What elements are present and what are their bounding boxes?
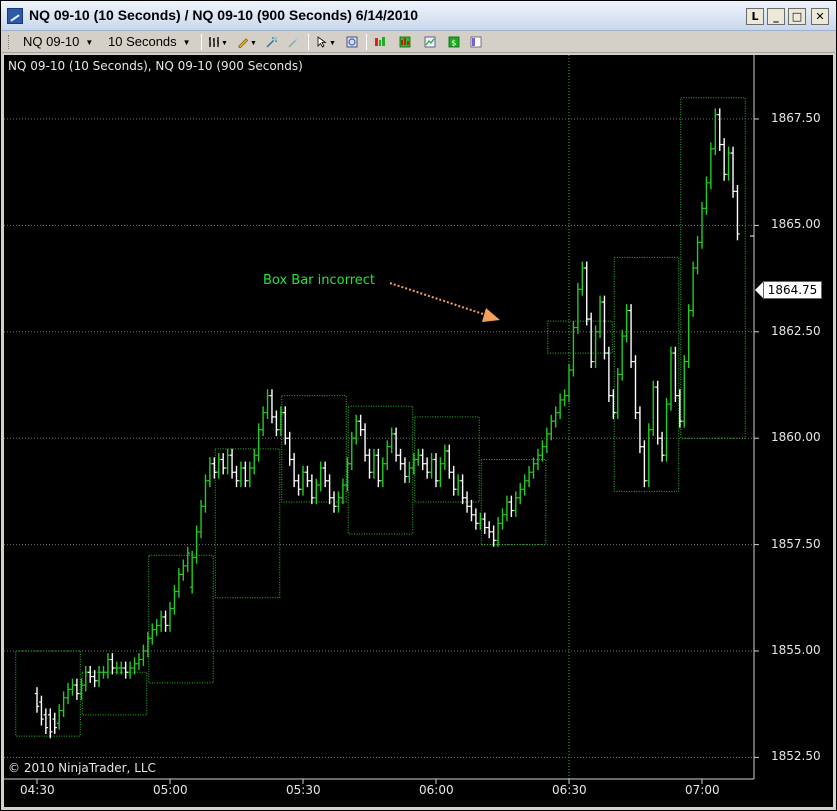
period-value: 10 Seconds (108, 34, 177, 49)
drawing-pencil-icon (238, 38, 249, 48)
pointer-button[interactable]: ▼ (314, 34, 336, 50)
properties-icon: $ (448, 36, 460, 48)
price-tick-label: 1865.00 (771, 217, 821, 232)
box-bar (414, 416, 480, 503)
box-bar (15, 650, 81, 737)
zoom-button[interactable] (468, 34, 485, 50)
bar-type-button[interactable]: ▼ (206, 34, 228, 50)
price-tick-label: 1862.50 (771, 323, 821, 338)
crosshair-icon (266, 37, 277, 48)
price-tick-label: 1852.50 (771, 749, 821, 764)
price-tick-label: 1855.00 (771, 643, 821, 657)
box-bar (81, 671, 148, 716)
zoom-tool-icon (288, 37, 299, 48)
chart-app-icon (7, 8, 23, 24)
chart-trader-button[interactable] (372, 34, 389, 50)
window-title: NQ 09-10 (10 Seconds) / NQ 09-10 (900 Se… (29, 7, 419, 23)
bar-type-icon (209, 37, 219, 47)
minimize-button[interactable]: _ (767, 8, 785, 25)
zoom-icon (470, 36, 482, 48)
indicators-button[interactable] (397, 34, 414, 50)
drawing-tool-button[interactable]: ▼ (235, 34, 257, 50)
box-bar (214, 448, 281, 599)
time-tick-label: 06:30 (552, 783, 587, 797)
time-tick-label: 07:00 (685, 783, 720, 797)
properties-button[interactable]: $ (446, 34, 463, 50)
chart-series-label: NQ 09-10 (10 Seconds), NQ 09-10 (900 Sec… (8, 59, 303, 73)
toolbar-separator (366, 34, 367, 50)
chevron-down-icon: ▼ (85, 37, 94, 47)
svg-text:$: $ (451, 39, 456, 48)
toolbar-separator (308, 34, 309, 50)
time-tick-label: 05:00 (153, 783, 188, 797)
price-chart[interactable] (4, 55, 833, 807)
chevron-down-icon: ▼ (329, 40, 336, 47)
box-bar (281, 395, 347, 503)
price-tick-label: 1857.50 (771, 536, 821, 551)
chart-trader-icon (375, 37, 385, 46)
link-button[interactable]: L (746, 8, 764, 25)
instrument-selector[interactable]: NQ 09-10 ▼ (23, 34, 93, 50)
price-tick-label: 1860.00 (771, 430, 821, 445)
copyright-text: © 2010 NinjaTrader, LLC (8, 761, 156, 775)
instrument-value: NQ 09-10 (23, 34, 80, 49)
close-button[interactable]: ✕ (811, 8, 829, 25)
box-bar (613, 256, 680, 492)
zoom-tool-button[interactable] (286, 34, 303, 50)
chart-panel[interactable]: NQ 09-10 (10 Seconds), NQ 09-10 (900 Sec… (4, 55, 833, 807)
chevron-down-icon: ▼ (182, 37, 191, 47)
indicators-icon (399, 36, 411, 48)
chart-toolbar: NQ 09-10 ▼ 10 Seconds ▼ ▼ ▼ ▼ $ (2, 31, 835, 53)
strategies-icon (424, 36, 436, 48)
data-box-icon (346, 36, 358, 48)
chevron-down-icon: ▼ (250, 40, 257, 47)
box-bar (547, 320, 613, 354)
period-selector[interactable]: 10 Seconds ▼ (108, 34, 191, 50)
data-box-button[interactable] (344, 34, 361, 50)
annotation-text[interactable]: Box Bar incorrect (263, 273, 375, 288)
time-tick-label: 04:30 (20, 783, 55, 797)
box-bar (347, 405, 414, 535)
annotation-arrow-line (389, 282, 493, 318)
maximize-button[interactable]: □ (788, 8, 806, 25)
pointer-icon (317, 36, 327, 48)
title-bar[interactable]: NQ 09-10 (10 Seconds) / NQ 09-10 (900 Se… (1, 1, 836, 31)
strategies-button[interactable] (422, 34, 439, 50)
last-price-marker: 1864.75 (755, 281, 822, 299)
chevron-down-icon: ▼ (221, 40, 228, 47)
chart-window: NQ 09-10 (10 Seconds) / NQ 09-10 (900 Se… (0, 0, 837, 811)
price-tick-label: 1867.50 (771, 111, 821, 125)
annotation-arrow-head (482, 308, 500, 322)
time-tick-label: 05:30 (286, 783, 321, 797)
time-tick-label: 06:00 (419, 783, 454, 797)
toolbar-separator (201, 34, 202, 50)
crosshair-button[interactable] (264, 34, 281, 50)
toolbar-grip[interactable] (8, 35, 11, 49)
